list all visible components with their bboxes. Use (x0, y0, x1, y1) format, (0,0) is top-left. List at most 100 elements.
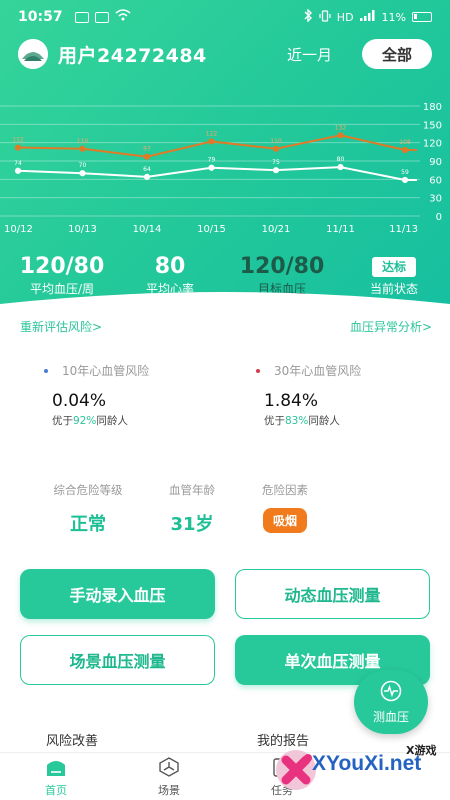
data-label: 132 (335, 124, 347, 131)
overall-risk-level: 综合危险等级 正常 (44, 482, 132, 536)
red-dot-icon (256, 368, 260, 373)
risk-10-percentile: 92% (73, 415, 97, 427)
user-row: 用户24272484 近一月 全部 (18, 38, 432, 70)
signal-icon (359, 10, 376, 24)
risk-10-value: 0.04% (52, 391, 107, 411)
manual-entry-button[interactable]: 手动录入血压 (20, 569, 215, 619)
data-point (208, 138, 215, 145)
data-label: 122 (206, 130, 218, 137)
data-label: 80 (337, 156, 345, 163)
x-tick-label: 10/13 (68, 224, 97, 235)
bluetooth-icon (304, 8, 313, 25)
nav-home-label: 首页 (45, 784, 67, 797)
data-point (337, 132, 344, 139)
y-tick-label: 150 (423, 120, 442, 131)
message-icon (94, 11, 109, 23)
data-label: 110 (270, 138, 282, 145)
data-point (272, 145, 280, 152)
battery-icon (412, 12, 432, 22)
data-label: 70 (79, 162, 87, 169)
data-point (143, 173, 151, 180)
y-tick-label: 180 (423, 102, 442, 113)
data-point (272, 167, 280, 174)
data-label: 112 (12, 137, 24, 144)
all-button[interactable]: 全部 (362, 39, 432, 69)
range-selector[interactable]: 近一月 (287, 44, 332, 65)
data-point (337, 164, 344, 171)
y-tick-label: 90 (429, 157, 442, 168)
data-label: 79 (208, 157, 216, 164)
data-point (143, 153, 151, 160)
data-label: 108 (399, 139, 411, 146)
data-point (14, 167, 22, 174)
links-row: 重新评估风险> 血压异常分析> (20, 318, 432, 335)
wifi-icon (115, 9, 131, 25)
risk-30-title: 30年心血管风险 (274, 364, 362, 378)
nav-scene[interactable]: 场景 (139, 757, 199, 798)
risk-30-year: 30年心血管风险 1.84% 优于83%同龄人 (256, 362, 436, 428)
state-badge: 达标 (371, 257, 416, 277)
x-tick-label: 10/15 (197, 224, 226, 235)
avatar[interactable] (18, 39, 48, 69)
data-label: 75 (272, 159, 280, 166)
site-watermark: X游戏 XYouXi.net (272, 738, 450, 800)
y-tick-label: 120 (423, 139, 442, 150)
x-tick-label: 11/13 (389, 224, 418, 235)
measure-bp-fab[interactable]: 测血压 (354, 670, 428, 734)
data-point (208, 164, 215, 171)
blue-dot-icon (44, 368, 48, 373)
overall-risk-label: 综合危险等级 (53, 483, 123, 497)
risk-10-title: 10年心血管风险 (62, 364, 150, 378)
battery-level: 11% (381, 10, 406, 24)
status-right: HD 11% (304, 8, 432, 25)
risk-10-year: 10年心血管风险 0.04% 优于92%同龄人 (44, 362, 224, 428)
data-point (79, 145, 86, 152)
target-bp-value: 120/80 (239, 254, 325, 279)
risk-30-value: 1.84% (264, 391, 319, 411)
data-point (401, 146, 409, 154)
watermark-brand: XYouXi.net (312, 752, 422, 775)
x-tick-label: 10/12 (4, 224, 33, 235)
data-label: 110 (77, 138, 89, 145)
status-app-icons (74, 9, 131, 25)
nav-home[interactable]: 首页 (26, 757, 86, 798)
x-tick-label: 10/14 (133, 224, 162, 235)
network-type: HD (336, 10, 354, 24)
reassess-risk-link[interactable]: 重新评估风险> (20, 318, 102, 335)
overall-risk-value: 正常 (70, 514, 106, 535)
risk-factors: 危险因素 吸烟 (252, 482, 318, 533)
y-tick-label: 30 (429, 194, 442, 205)
smoking-badge: 吸烟 (262, 508, 307, 533)
nav-scene-label: 场景 (158, 784, 180, 797)
vibrate-icon (319, 9, 331, 25)
avg-bp-value: 120/80 (19, 254, 105, 279)
data-label: 74 (14, 160, 22, 167)
user-name: 用户24272484 (58, 44, 207, 67)
data-point (401, 176, 409, 184)
dynamic-measure-button[interactable]: 动态血压测量 (235, 569, 430, 619)
risk-30-note: 优于83%同龄人 (264, 415, 340, 427)
y-tick-label: 60 (429, 175, 442, 186)
x-tick-label: 11/11 (326, 224, 355, 235)
status-bar: 10:57 HD 11% (0, 0, 450, 34)
data-point (79, 170, 86, 177)
y-tick-label: 0 (436, 212, 442, 223)
risk-30-percentile: 83% (285, 415, 309, 427)
data-label: 64 (143, 166, 151, 173)
data-label: 97 (143, 146, 151, 153)
vascular-age-value: 31岁 (170, 514, 214, 535)
risk-improve-title: 风险改善 (46, 734, 99, 749)
scene-measure-button[interactable]: 场景血压测量 (20, 635, 215, 685)
vascular-age: 血管年龄 31岁 (160, 482, 224, 536)
risk-10-note: 优于92%同龄人 (52, 415, 128, 427)
heartbeat-icon (380, 680, 402, 706)
home-icon (26, 757, 86, 780)
bp-abnormal-analysis-link[interactable]: 血压异常分析> (350, 318, 432, 335)
bp-trend-chart: 0 30 60 90 120 150 180 10/12 10/13 10/14 10/15 10/2… (0, 102, 442, 235)
measure-bp-label: 测血压 (372, 709, 409, 724)
avg-hr-value: 80 (154, 254, 186, 279)
x-tick-label: 10/21 (262, 224, 291, 235)
risk-factors-label: 危险因素 (262, 483, 308, 497)
header-panel: 10:57 HD 11% 用户24272484 近一月 全部 0 30 60 9… (0, 0, 450, 312)
scene-icon (139, 757, 199, 780)
